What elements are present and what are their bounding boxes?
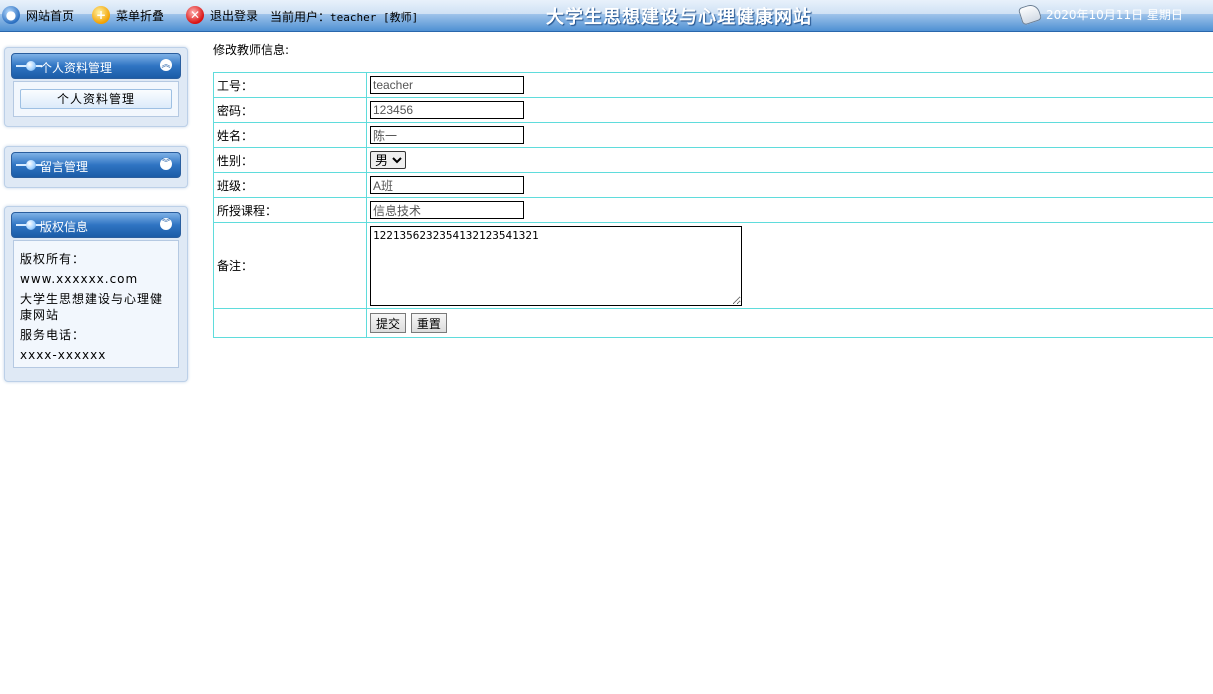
top-bar: ● 网站首页 + 菜单折叠 ✕ 退出登录 当前用户：teacher [教师] 大… xyxy=(0,0,1213,32)
form-title: 修改教师信息: xyxy=(213,43,290,57)
form-row-class: 班级： xyxy=(213,172,1213,198)
bullet-icon xyxy=(26,61,36,71)
copyright-line: 服务电话： xyxy=(20,328,86,342)
home-label: 网站首页 xyxy=(26,8,75,23)
chevron-down-icon[interactable]: ︾ xyxy=(160,218,172,230)
field-label: 姓名： xyxy=(213,122,367,148)
plus-icon: + xyxy=(92,6,110,24)
user-prefix: 当前用户： xyxy=(270,10,331,24)
home-globe-icon: ● xyxy=(2,6,20,24)
menu-item-profile[interactable]: 个人资料管理 xyxy=(20,89,172,109)
site-title: 大学生思想建设与心理健康网站 xyxy=(546,7,812,28)
chevron-down-icon[interactable]: ︾ xyxy=(160,158,172,170)
submit-button[interactable]: 提交 xyxy=(370,313,407,333)
field-label: 所授课程： xyxy=(213,197,367,223)
panel-copyright-title: 版权信息 xyxy=(40,220,89,234)
form-row-actions: 提交 重置 xyxy=(213,308,1213,338)
password-input[interactable] xyxy=(370,101,524,119)
form-row-password: 密码： xyxy=(213,97,1213,123)
field-label: 班级： xyxy=(213,172,367,198)
panel-profile-header[interactable]: 个人资料管理 ︽ xyxy=(11,53,181,79)
panel-profile-body: 个人资料管理 xyxy=(13,81,179,117)
copyright-body: 版权所有： www.xxxxxx.com 大学生思想建设与心理健康网站 服务电话… xyxy=(13,240,179,368)
form-row-note: 备注： 12213562323541321235413​21 xyxy=(213,222,1213,309)
field-label: 工号： xyxy=(213,72,367,98)
chevron-up-icon[interactable]: ︽ xyxy=(160,59,172,71)
logout-link[interactable]: ✕ 退出登录 xyxy=(186,6,258,24)
clock-icon xyxy=(1017,2,1043,26)
panel-profile: 个人资料管理 ︽ 个人资料管理 xyxy=(4,47,188,127)
home-link[interactable]: ● 网站首页 xyxy=(2,6,74,24)
class-input[interactable] xyxy=(370,176,524,194)
teacher-id-input[interactable] xyxy=(370,76,524,94)
note-textarea[interactable]: 12213562323541321235413​21 xyxy=(370,225,742,306)
user-value: teacher [教师] xyxy=(330,11,419,24)
collapse-label: 菜单折叠 xyxy=(116,8,165,23)
panel-messages-title: 留言管理 xyxy=(40,160,89,174)
collapse-menu-link[interactable]: + 菜单折叠 xyxy=(92,6,164,24)
form-row-id: 工号： xyxy=(213,72,1213,98)
bullet-icon xyxy=(26,220,36,230)
close-icon: ✕ xyxy=(186,6,204,24)
date-text: 2020年10月11日 星期日 xyxy=(1046,7,1183,22)
name-input[interactable] xyxy=(370,126,524,144)
copyright-line: 版权所有： xyxy=(20,252,86,266)
form-row-name: 姓名： xyxy=(213,122,1213,148)
copyright-line: www.xxxxxx.com xyxy=(20,272,139,286)
panel-messages: 留言管理 ︾ xyxy=(4,146,188,188)
course-input[interactable] xyxy=(370,201,524,219)
reset-button[interactable]: 重置 xyxy=(410,313,447,333)
logout-label: 退出登录 xyxy=(210,8,259,23)
panel-copyright: 版权信息 ︾ 版权所有： www.xxxxxx.com 大学生思想建设与心理健康… xyxy=(4,206,188,382)
form-row-course: 所授课程： xyxy=(213,197,1213,223)
field-label: 密码： xyxy=(213,97,367,123)
panel-copyright-header[interactable]: 版权信息 ︾ xyxy=(11,212,181,238)
current-user: 当前用户：teacher [教师] xyxy=(270,8,418,25)
edit-teacher-form: 工号： 密码： 姓名： 性别： 男 班级： 所授课程： 备注： 12213562… xyxy=(213,72,1213,338)
copyright-line: 大学生思想建设与心理健康网站 xyxy=(20,292,164,322)
copyright-line: xxxx-xxxxxx xyxy=(20,348,107,362)
gender-select[interactable]: 男 xyxy=(370,151,406,169)
panel-messages-header[interactable]: 留言管理 ︾ xyxy=(11,152,181,178)
panel-profile-title: 个人资料管理 xyxy=(40,61,113,75)
form-row-gender: 性别： 男 xyxy=(213,147,1213,173)
date-display: 2020年10月11日 星期日 xyxy=(1017,2,1183,26)
field-label: 性别： xyxy=(213,147,367,173)
field-label: 备注： xyxy=(213,222,367,309)
bullet-icon xyxy=(26,160,36,170)
